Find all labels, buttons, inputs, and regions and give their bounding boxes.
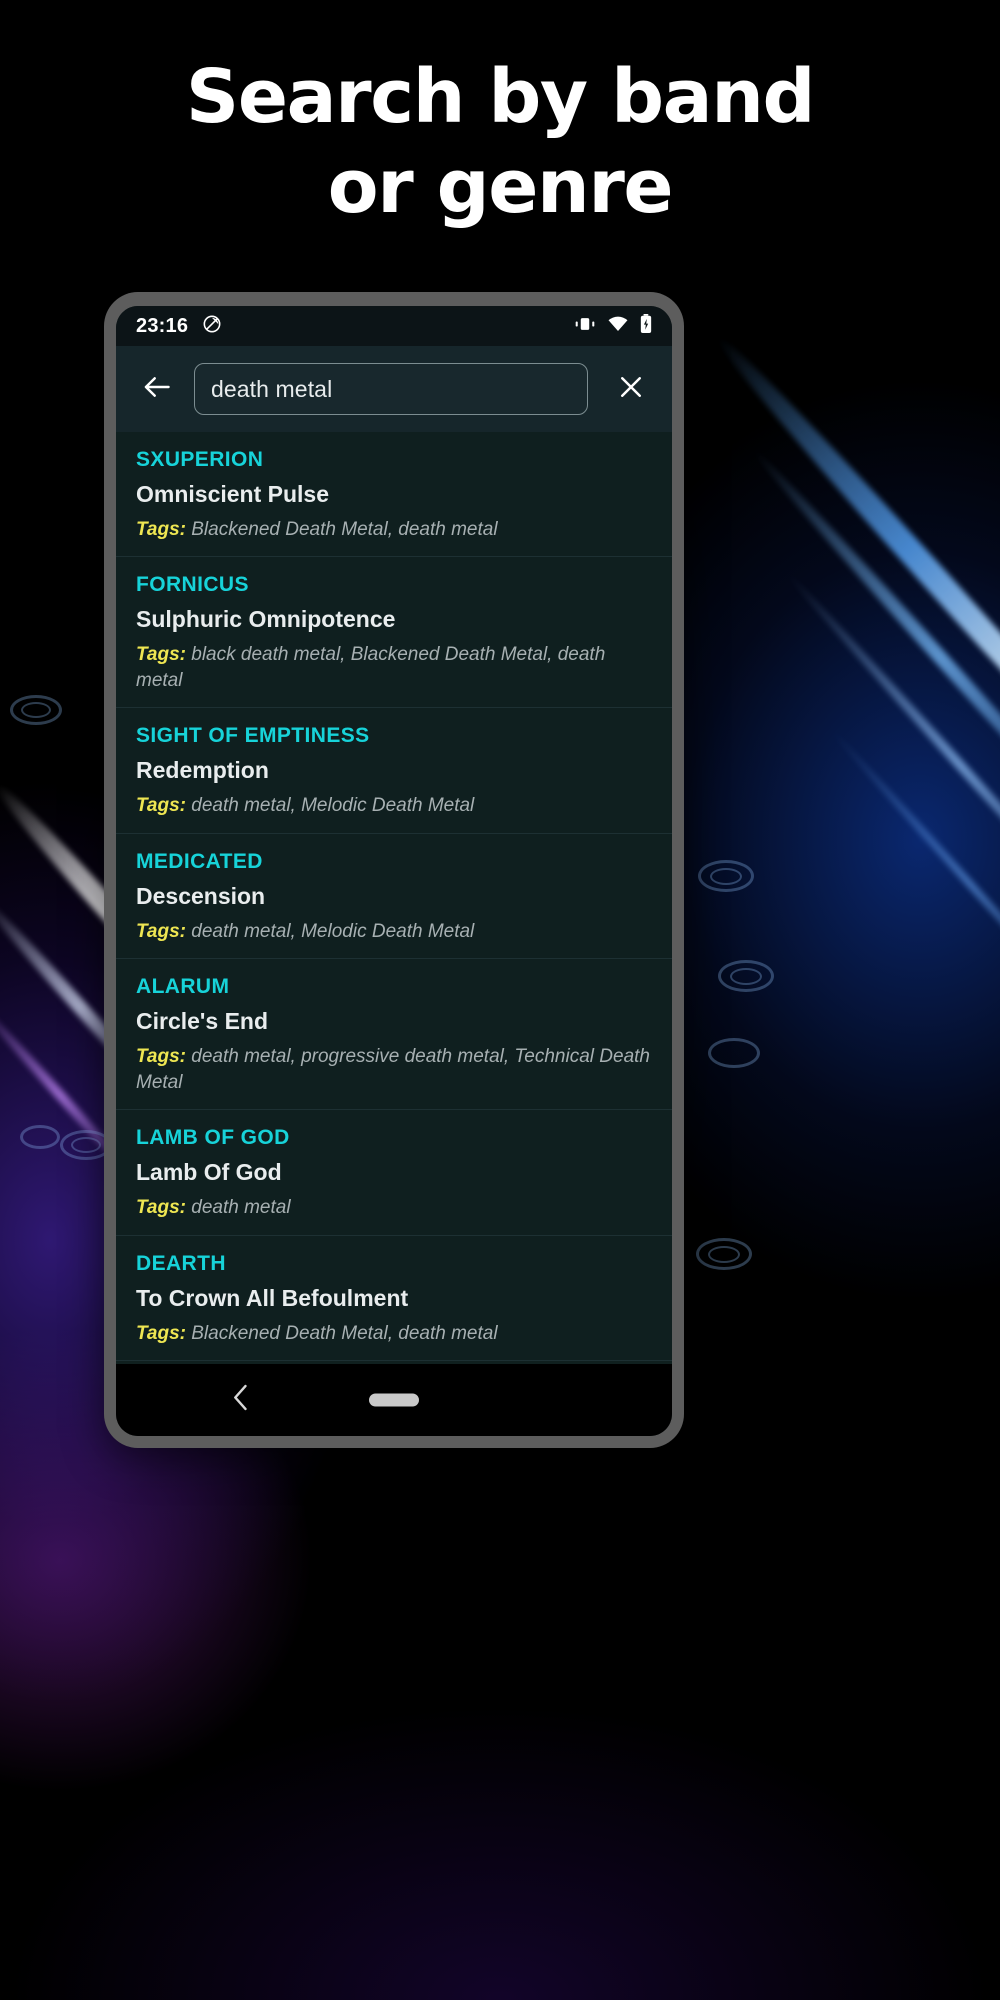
- result-tags-value: Blackened Death Metal, death metal: [191, 1322, 498, 1344]
- result-item[interactable]: LAMB OF GOD Lamb Of God Tags: death metal: [116, 1110, 672, 1236]
- result-item[interactable]: MEDICATED Descension Tags: death metal, Me…: [116, 833, 672, 960]
- clear-search-button[interactable]: [608, 366, 654, 412]
- result-album-title: Lamb Of God: [136, 1159, 282, 1186]
- do-not-disturb-icon: [202, 314, 222, 339]
- ring-decoration: [708, 1038, 760, 1068]
- arrow-left-icon: [142, 372, 172, 407]
- status-bar-clock: 23:16: [136, 314, 189, 337]
- chevron-left-icon: [230, 1384, 252, 1416]
- result-tags-value: death metal, Melodic Death Metal: [191, 795, 475, 817]
- result-band-name: SIGHT OF EMPTINESS: [136, 724, 370, 748]
- result-item[interactable]: SXUPERION Omniscient Pulse Tags: Blackened…: [116, 432, 672, 558]
- page-title-line-1: Search by band: [185, 54, 816, 140]
- result-tags: Tags: Blackened Death Metal, death metal: [136, 517, 652, 542]
- result-tags: Tags: death metal, Melodic Death Metal: [136, 919, 652, 944]
- result-tags-label: Tags:: [136, 795, 186, 817]
- ring-decoration: [71, 1137, 101, 1153]
- ring-decoration: [708, 1246, 740, 1263]
- result-band-name: MEDICATED: [136, 849, 263, 873]
- result-tags-label: Tags:: [136, 644, 186, 666]
- nav-back-button[interactable]: [230, 1384, 252, 1417]
- result-tags: Tags: death metal, progressive death met…: [136, 1044, 652, 1095]
- result-tags-value: Blackened Death Metal, death metal: [191, 519, 498, 540]
- result-album-title: Omniscient Pulse: [136, 481, 330, 507]
- result-band-name: FORNICUS: [136, 573, 249, 597]
- result-tags-value: death metal, progressive death metal, Te…: [136, 1046, 650, 1093]
- result-band-name: ALARUM: [136, 975, 230, 999]
- search-results-list[interactable]: SXUPERION Omniscient Pulse Tags: Blackened…: [116, 432, 672, 1364]
- result-album-title: Redemption: [136, 757, 269, 784]
- page-title: Search by band or genre: [0, 52, 1000, 233]
- result-item[interactable]: DEARTH To Crown All Befoulment Tags: Black…: [116, 1235, 672, 1362]
- status-bar: 23:16: [116, 306, 672, 346]
- result-tags-value: death metal: [191, 1197, 291, 1219]
- search-input-value: death metal: [211, 375, 333, 402]
- phone-screen: 23:16 death metal SXUPERION Omniscient P…: [116, 306, 672, 1436]
- result-album-title: Circle's End: [136, 1008, 269, 1035]
- page-title-line-2: or genre: [327, 144, 674, 231]
- status-bar-left-icons: [202, 314, 222, 339]
- nav-home-indicator[interactable]: [369, 1393, 419, 1407]
- result-item[interactable]: ALARUM Circle's End Tags: death metal, pro…: [116, 959, 672, 1111]
- ring-decoration: [20, 1125, 60, 1149]
- result-tags-label: Tags:: [136, 1197, 186, 1219]
- result-item[interactable]: FORNICUS Sulphuric Omnipotence Tags: black…: [116, 557, 672, 709]
- result-tags: Tags: Blackened Death Metal, death metal: [136, 1321, 652, 1346]
- vibrate-icon: [574, 316, 596, 337]
- close-icon: [617, 373, 645, 406]
- search-input[interactable]: death metal: [194, 363, 588, 415]
- result-tags: Tags: death metal, Melodic Death Metal: [136, 793, 652, 818]
- ring-decoration: [730, 968, 762, 985]
- result-tags: Tags: black death metal, Blackened Death…: [136, 642, 652, 693]
- system-navigation-bar: [116, 1364, 672, 1436]
- result-tags-label: Tags:: [136, 1046, 186, 1068]
- result-band-name: DEARTH: [136, 1251, 226, 1275]
- result-tags-label: Tags:: [136, 519, 186, 540]
- result-album-title: Sulphuric Omnipotence: [136, 606, 396, 633]
- battery-icon: [640, 314, 652, 338]
- search-bar: death metal: [116, 346, 672, 432]
- wifi-icon: [608, 316, 628, 337]
- light-streak: [706, 326, 1000, 820]
- result-band-name: SXUPERION: [136, 448, 264, 471]
- result-tags-label: Tags:: [136, 920, 186, 942]
- phone-mockup: 23:16 death metal SXUPERION Omniscient P…: [104, 292, 684, 1448]
- result-band-name: LAMB OF GOD: [136, 1126, 290, 1150]
- status-bar-right-icons: [574, 314, 652, 338]
- result-tags: Tags: death metal: [136, 1195, 652, 1220]
- result-album-title: Descension: [136, 882, 266, 909]
- result-tags-value: black death metal, Blackened Death Metal…: [136, 644, 606, 691]
- result-item[interactable]: SIGHT OF EMPTINESS Redemption Tags: death …: [116, 708, 672, 834]
- result-tags-value: death metal, Melodic Death Metal: [191, 920, 475, 942]
- result-tags-label: Tags:: [136, 1322, 186, 1344]
- ring-decoration: [21, 702, 51, 718]
- back-button[interactable]: [134, 366, 180, 412]
- result-album-title: To Crown All Befoulment: [136, 1284, 409, 1311]
- ring-decoration: [710, 868, 742, 885]
